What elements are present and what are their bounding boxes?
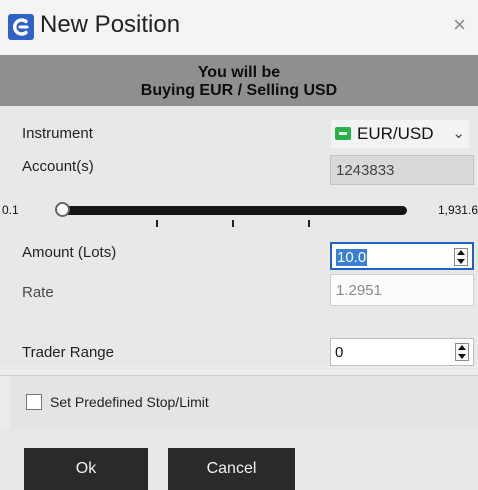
trader-range-label: Trader Range — [22, 344, 114, 361]
trader-range-stepper[interactable]: 0 — [330, 338, 474, 366]
accounts-field: 1243833 — [330, 155, 474, 185]
title-bar[interactable]: New Position × — [0, 0, 478, 55]
instrument-select[interactable]: EUR/USD ⌄ — [331, 120, 469, 148]
order-summary-banner: You will be Buying EUR / Selling USD — [0, 55, 478, 106]
slider-max-label: 1,931.6 — [437, 203, 478, 217]
slider-tick — [232, 220, 234, 227]
banner-line-1: You will be — [197, 64, 281, 81]
amount-slider-thumb[interactable] — [55, 202, 70, 217]
amount-value[interactable]: 10.0 — [336, 249, 368, 266]
trader-range-spin-icon[interactable] — [455, 343, 469, 361]
close-icon[interactable]: × — [453, 12, 466, 38]
rate-field: 1.2951 — [330, 274, 474, 306]
amount-spin-icon[interactable] — [454, 248, 468, 266]
predefined-stop-limit-checkbox[interactable] — [26, 394, 42, 410]
app-logo-icon — [8, 14, 34, 40]
rate-value: 1.2951 — [336, 282, 382, 299]
slider-tick — [308, 220, 310, 227]
rate-label: Rate — [22, 284, 54, 301]
button-bar: Ok Cancel — [0, 430, 478, 490]
ok-button[interactable]: Ok — [24, 448, 148, 490]
accounts-label: Account(s) — [22, 158, 94, 175]
cancel-button[interactable]: Cancel — [168, 448, 295, 490]
amount-slider-track[interactable] — [58, 206, 407, 215]
trader-range-value[interactable]: 0 — [335, 344, 343, 361]
slider-tick — [156, 220, 158, 227]
slider-min-label: 0.1 — [2, 203, 19, 217]
accounts-value: 1243833 — [336, 162, 395, 179]
amount-label: Amount (Lots) — [22, 244, 117, 261]
new-position-dialog: New Position × You will be Buying EUR / … — [0, 0, 478, 490]
predefined-stop-limit-label[interactable]: Set Predefined Stop/Limit — [50, 394, 209, 410]
instrument-value: EUR/USD — [357, 124, 434, 143]
chevron-down-icon[interactable]: ⌄ — [452, 124, 465, 142]
predefined-stop-limit-row[interactable]: Set Predefined Stop/Limit — [10, 376, 478, 430]
banner-line-2: Buying EUR / Selling USD — [140, 82, 338, 99]
amount-stepper[interactable]: 10.0 — [330, 242, 474, 270]
instrument-label: Instrument — [22, 125, 93, 142]
window-title: New Position — [40, 11, 181, 38]
currency-flag-icon — [335, 127, 351, 140]
